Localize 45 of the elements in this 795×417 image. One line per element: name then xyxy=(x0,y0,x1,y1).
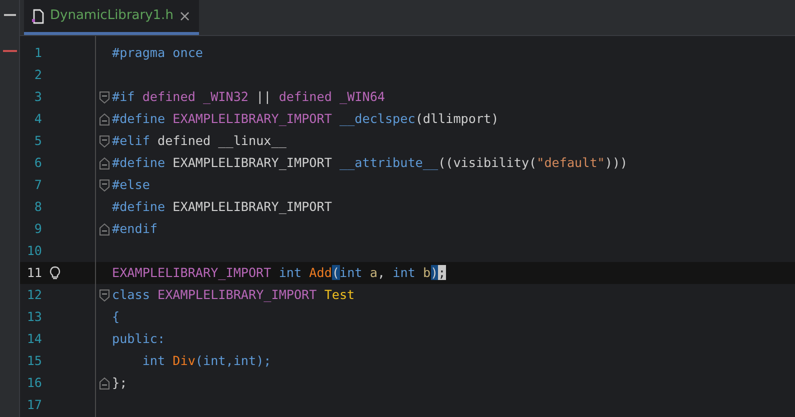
line-number: 6 xyxy=(33,154,42,172)
fold-icon[interactable] xyxy=(98,178,110,192)
line-number: 13 xyxy=(26,308,42,326)
line-number: 14 xyxy=(26,330,42,348)
line-number: 16 xyxy=(26,374,42,392)
lightbulb-icon[interactable] xyxy=(49,266,61,280)
code-line: #endif xyxy=(112,220,158,238)
fold-icon[interactable] xyxy=(98,288,110,302)
code-line: #if defined _WIN32 || defined _WIN64 xyxy=(112,88,385,106)
error-marker xyxy=(2,50,16,52)
line-number: 15 xyxy=(26,352,42,370)
line-number: 7 xyxy=(33,176,42,194)
code-line: #define EXAMPLELIBRARY_IMPORT __declspec(dllimport) xyxy=(112,110,499,128)
file-tab[interactable]: DynamicLibrary1.h × xyxy=(24,0,200,35)
line-number: 5 xyxy=(33,132,42,150)
code-line: #define EXAMPLELIBRARY_IMPORT __attribute__((visibility("default"))) xyxy=(112,154,628,172)
fold-icon[interactable] xyxy=(98,156,110,170)
code-line: public: xyxy=(112,330,166,348)
code-line: { xyxy=(112,308,120,326)
code-line: }; xyxy=(112,374,128,392)
line-number: 10 xyxy=(26,242,42,260)
fold-icon[interactable] xyxy=(98,134,110,148)
line-number: 12 xyxy=(26,286,42,304)
line-number: 8 xyxy=(33,198,42,216)
line-number: 2 xyxy=(33,66,42,84)
fold-icon[interactable] xyxy=(98,90,110,104)
line-number: 11 xyxy=(26,264,42,282)
minimize-icon[interactable] xyxy=(4,14,16,16)
code-line: int Div(int,int); xyxy=(141,352,272,370)
code-line: #else xyxy=(112,176,150,194)
code-line: #define EXAMPLELIBRARY_IMPORT xyxy=(112,198,332,216)
line-number: 9 xyxy=(33,220,42,238)
code-line: EXAMPLELIBRARY_IMPORT int Add(int a, int b); xyxy=(112,264,446,282)
fold-icon[interactable] xyxy=(98,222,110,236)
close-icon[interactable]: × xyxy=(178,8,192,24)
code-line: #elif defined __linux__ xyxy=(112,132,286,150)
line-number: 1 xyxy=(33,44,42,62)
code-line: class EXAMPLELIBRARY_IMPORT Test xyxy=(112,286,355,304)
line-number: 4 xyxy=(33,110,42,128)
fold-icon[interactable] xyxy=(98,112,110,126)
code-line: #pragma once xyxy=(112,44,203,62)
line-number: 3 xyxy=(33,88,42,106)
fold-icon[interactable] xyxy=(98,376,110,390)
header-file-icon xyxy=(32,8,45,24)
line-number: 17 xyxy=(26,396,42,414)
